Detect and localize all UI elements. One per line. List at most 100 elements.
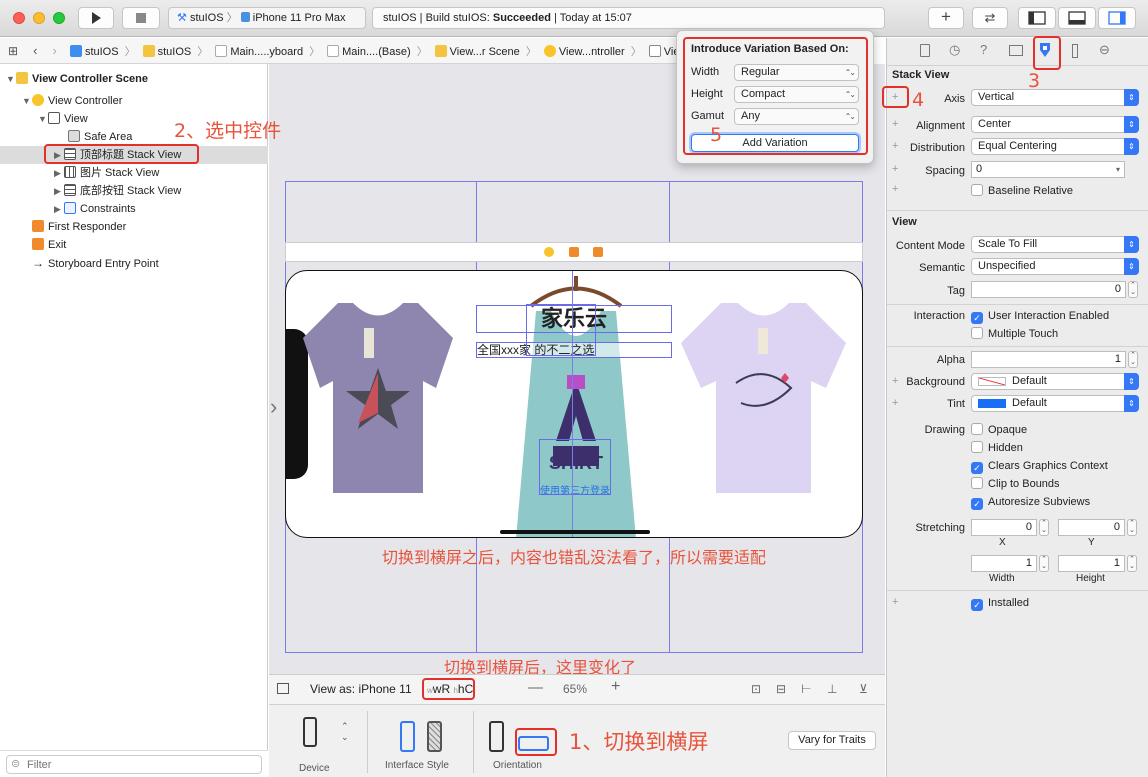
alpha-stepper[interactable]: ⌃ ⌄ xyxy=(1128,351,1138,368)
outline-entry-point[interactable]: → Storyboard Entry Point xyxy=(22,254,159,272)
clip-bounds-checkbox[interactable]: Clip to Bounds xyxy=(971,477,1060,491)
alignment-select[interactable]: Center ⇕ xyxy=(971,116,1139,133)
toggle-outline-icon[interactable] xyxy=(277,683,289,694)
baseline-relative-checkbox[interactable]: Baseline Relative xyxy=(971,184,1073,198)
tag-stepper[interactable]: ⌃ ⌄ xyxy=(1128,281,1138,298)
add-installed-variation-button[interactable]: + xyxy=(892,596,898,608)
size-inspector-icon[interactable] xyxy=(1072,44,1078,58)
stretch-x-stepper[interactable]: ⌃ ⌄ xyxy=(1039,519,1049,536)
outline-view[interactable]: ▼ View xyxy=(38,110,88,128)
outline-view-controller[interactable]: ▼ View Controller xyxy=(22,92,122,110)
portrait-orientation-icon[interactable] xyxy=(489,721,504,752)
tint-color-select[interactable]: Default ⇕ xyxy=(971,395,1139,412)
align-icon[interactable]: ⊢ xyxy=(801,682,811,696)
spacing-combo[interactable]: 0 ▾ xyxy=(971,161,1125,178)
light-appearance-icon[interactable] xyxy=(400,721,415,752)
outline-filter-input[interactable] xyxy=(6,755,262,774)
disclosure-triangle-icon[interactable]: ▼ xyxy=(38,110,48,128)
zoom-out-button[interactable]: — xyxy=(528,679,543,696)
stretch-y-field[interactable]: 0 xyxy=(1058,519,1125,536)
outline-stack-images[interactable]: ▶ 图片 Stack View xyxy=(54,164,159,182)
third-party-login-label[interactable]: 使用第三方登录 xyxy=(538,482,612,497)
user-interaction-checkbox[interactable]: ✓ User Interaction Enabled xyxy=(971,309,1109,324)
back-button[interactable]: ‹ xyxy=(33,43,37,58)
crumb-controller[interactable]: View...ntroller xyxy=(543,39,625,63)
semantic-select[interactable]: Unspecified ⇕ xyxy=(971,258,1139,275)
view-as-label: View as: iPhone 11 xyxy=(310,682,412,696)
vary-for-traits-button[interactable]: Vary for Traits xyxy=(788,731,876,750)
run-button[interactable] xyxy=(78,7,114,29)
device-phone-icon[interactable] xyxy=(303,717,317,747)
history-inspector-icon[interactable]: ◷ xyxy=(949,42,960,58)
forward-button[interactable]: › xyxy=(53,43,57,58)
add-variation-button[interactable]: + xyxy=(892,118,898,130)
help-inspector-icon[interactable]: ? xyxy=(980,42,987,57)
add-variation-button[interactable]: + xyxy=(892,183,898,195)
disclosure-triangle-icon[interactable]: ▶ xyxy=(54,182,64,200)
disclosure-triangle-icon[interactable]: ▼ xyxy=(22,92,32,110)
toggle-debug-button[interactable] xyxy=(1058,7,1096,29)
exit-icon[interactable] xyxy=(593,247,603,257)
outline-exit[interactable]: Exit xyxy=(22,236,66,254)
add-variation-button[interactable]: + xyxy=(892,375,898,387)
device-stepper-icon[interactable]: ⌃ ⌄ xyxy=(341,721,349,743)
outline-scene[interactable]: ▼ View Controller Scene xyxy=(6,70,148,88)
distribution-select[interactable]: Equal Centering ⇕ xyxy=(971,138,1139,155)
first-responder-icon[interactable] xyxy=(569,247,579,257)
outline-constraints[interactable]: ▶ Constraints xyxy=(54,200,136,218)
stretch-x-field[interactable]: 0 xyxy=(971,519,1037,536)
stretch-y-stepper[interactable]: ⌃ ⌄ xyxy=(1127,519,1137,536)
tag-field[interactable]: 0 xyxy=(971,281,1126,298)
stop-button[interactable] xyxy=(122,7,160,29)
dark-appearance-icon[interactable] xyxy=(427,721,442,752)
stretch-height-stepper[interactable]: ⌃ ⌄ xyxy=(1127,555,1137,572)
library-button[interactable]: + xyxy=(928,7,964,29)
file-inspector-icon[interactable] xyxy=(920,44,930,57)
installed-checkbox[interactable]: ✓ Installed xyxy=(971,596,1029,611)
alpha-field[interactable]: 1 xyxy=(971,351,1126,368)
opaque-checkbox[interactable]: Opaque xyxy=(971,423,1027,437)
stretch-width-field[interactable]: 1 xyxy=(971,555,1037,572)
outline-stack-buttons[interactable]: ▶ 底部按钮 Stack View xyxy=(54,182,181,200)
view-controller-icon[interactable] xyxy=(544,247,554,257)
code-review-button[interactable]: ⇄ xyxy=(972,7,1008,29)
update-frames-icon[interactable]: ⊡ xyxy=(751,682,761,696)
zoom-in-button[interactable]: + xyxy=(611,678,620,696)
disclosure-triangle-icon[interactable]: ▼ xyxy=(6,70,16,88)
crumb-folder[interactable]: stuIOS xyxy=(142,39,191,63)
crumb-view[interactable]: View xyxy=(648,39,676,63)
connections-inspector-icon[interactable]: ⊖ xyxy=(1099,42,1110,58)
device-frame-landscape[interactable]: 家乐云 全国xxx家 的不二之选 SHIRT 使用第三方登录 xyxy=(285,270,863,538)
crumb-storyboard-base[interactable]: Main....(Base) xyxy=(327,39,411,63)
add-variation-button[interactable]: + xyxy=(892,397,898,409)
zoom-window-button[interactable] xyxy=(53,12,65,24)
disclosure-triangle-icon[interactable]: ▶ xyxy=(54,200,64,218)
identity-inspector-icon[interactable] xyxy=(1009,45,1023,56)
toggle-navigator-button[interactable] xyxy=(1018,7,1056,29)
axis-select[interactable]: Vertical ⇕ xyxy=(971,89,1139,106)
add-variation-button[interactable]: + xyxy=(892,163,898,175)
hidden-checkbox[interactable]: Hidden xyxy=(971,441,1023,455)
crumb-project[interactable]: stuIOS xyxy=(69,39,119,63)
autoresize-checkbox[interactable]: ✓ Autoresize Subviews xyxy=(971,495,1090,510)
clears-graphics-checkbox[interactable]: ✓ Clears Graphics Context xyxy=(971,459,1108,474)
crumb-storyboard[interactable]: Main.....yboard xyxy=(215,39,303,63)
embed-in-stack-icon[interactable]: ⊟ xyxy=(776,682,786,696)
disclosure-triangle-icon[interactable]: ▶ xyxy=(54,164,64,182)
minimize-window-button[interactable] xyxy=(33,12,45,24)
related-items-grid-icon[interactable]: ⊞ xyxy=(8,44,18,58)
crumb-scene[interactable]: View...r Scene xyxy=(434,39,520,63)
resolve-issues-icon[interactable]: ⊻ xyxy=(859,682,868,696)
stretch-width-stepper[interactable]: ⌃ ⌄ xyxy=(1039,555,1049,572)
close-window-button[interactable] xyxy=(13,12,25,24)
background-color-select[interactable]: Default ⇕ xyxy=(971,373,1139,390)
background-value: Default xyxy=(1012,375,1047,387)
scheme-selector[interactable]: ⚒ stuIOS 〉 iPhone 11 Pro Max xyxy=(168,7,366,29)
stretch-height-field[interactable]: 1 xyxy=(1058,555,1125,572)
outline-first-responder[interactable]: First Responder xyxy=(22,218,126,236)
add-constraints-icon[interactable]: ⊥ xyxy=(827,682,837,696)
toggle-inspector-button[interactable] xyxy=(1098,7,1136,29)
content-mode-select[interactable]: Scale To Fill ⇕ xyxy=(971,236,1139,253)
multiple-touch-checkbox[interactable]: Multiple Touch xyxy=(971,327,1058,341)
add-variation-button[interactable]: + xyxy=(892,140,898,152)
